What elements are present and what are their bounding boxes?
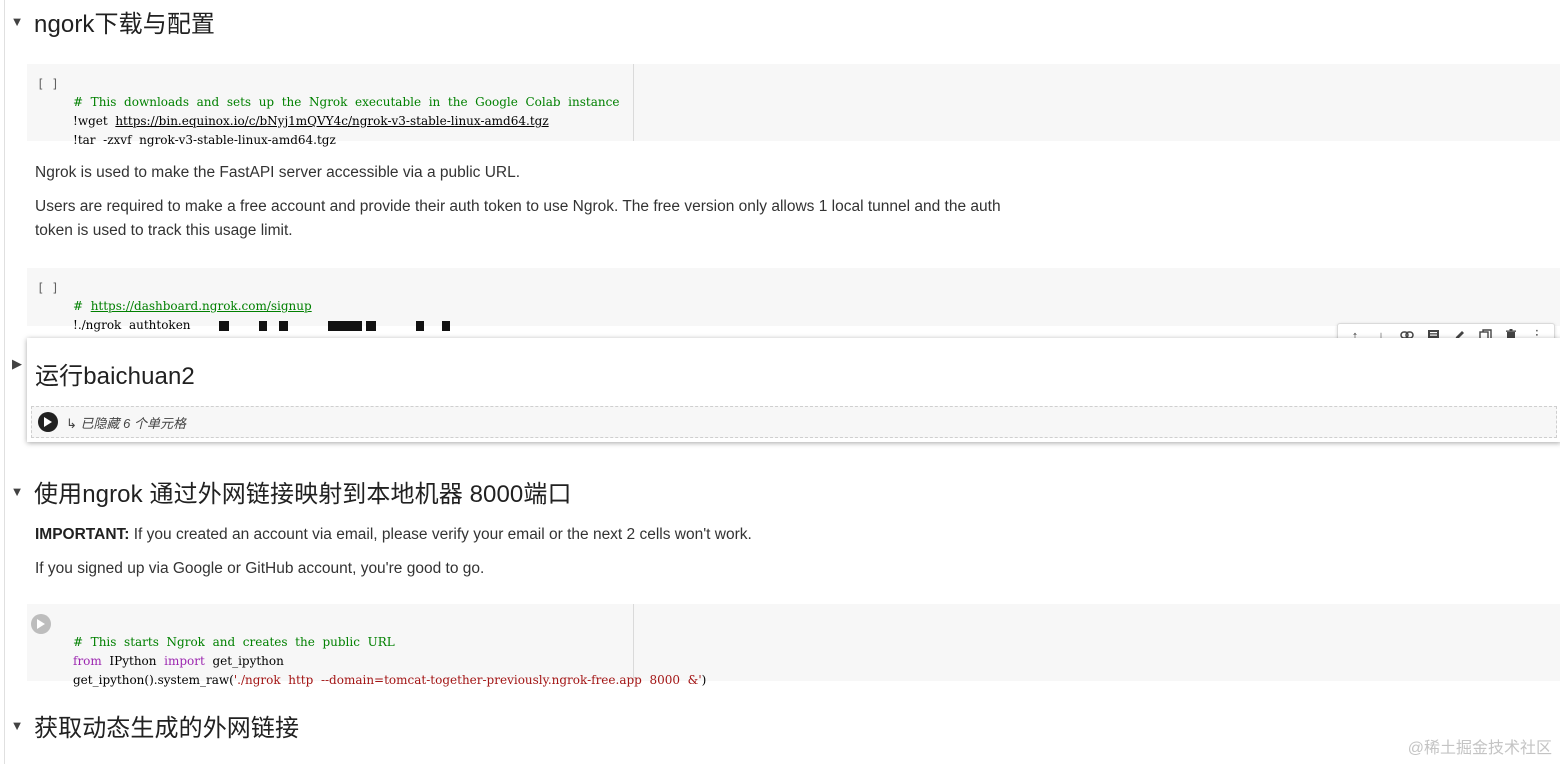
- paragraph: token is used to track this usage limit.: [35, 222, 293, 239]
- paragraph: IMPORTANT: If you created an account via…: [35, 526, 752, 543]
- code-tar: !tar -zxvf ngrok-v3-stable-linux-amd64.t…: [73, 133, 336, 147]
- code-cell-download[interactable]: [ ] # This downloads and sets up the Ngr…: [27, 64, 1560, 147]
- hidden-cells-bar[interactable]: ↳ 已隐藏 6 个单元格: [31, 406, 1557, 438]
- code-comment: #: [73, 299, 91, 313]
- section-header-get-link[interactable]: ▼ 获取动态生成的外网链接: [0, 708, 299, 743]
- code-comment: # This starts Ngrok and creates the publ…: [73, 635, 395, 649]
- selected-cell-baichuan2[interactable]: 运行baichuan2 ↳ 已隐藏 6 个单元格: [27, 338, 1560, 442]
- section-title: 运行baichuan2: [35, 363, 195, 390]
- run-bracket[interactable]: [ ]: [37, 77, 59, 91]
- code-comment: # This downloads and sets up the Ngrok e…: [73, 95, 620, 109]
- caret-down-icon[interactable]: ▼: [0, 14, 34, 29]
- section-title: 获取动态生成的外网链接: [34, 715, 300, 742]
- editor-ruler: [633, 64, 634, 141]
- hidden-cells-count[interactable]: ↳ 已隐藏 6 个单元格: [66, 413, 186, 432]
- important-label: IMPORTANT:: [35, 526, 130, 543]
- code-cell-authtoken[interactable]: [ ] # https://dashboard.ngrok.com/signup…: [27, 268, 1560, 332]
- code-string: './ngrok http --domain=tomcat-together-p…: [233, 673, 702, 687]
- section-title: 使用ngrok 通过外网链接映射到本地机器 8000端口: [34, 481, 572, 508]
- code-editor[interactable]: # This starts Ngrok and creates the publ…: [73, 614, 706, 690]
- return-icon: ↳: [66, 415, 81, 431]
- paragraph: If you signed up via Google or GitHub ac…: [35, 560, 485, 577]
- notebook-left-rule: [4, 0, 5, 764]
- code-keyword-import: import: [164, 654, 205, 668]
- paragraph: Ngrok is used to make the FastAPI server…: [35, 164, 521, 181]
- run-section-button[interactable]: [38, 412, 58, 432]
- code-editor[interactable]: # This downloads and sets up the Ngrok e…: [73, 74, 619, 150]
- redacted-token: [213, 318, 451, 332]
- code-call: get_ipython().system_raw(: [73, 673, 234, 687]
- run-bracket[interactable]: [ ]: [37, 281, 59, 295]
- code-keyword-from: from: [73, 654, 102, 668]
- section-header-ngrok-port[interactable]: ▼ 使用ngrok 通过外网链接映射到本地机器 8000端口: [0, 474, 572, 509]
- code-link-signup[interactable]: https://dashboard.ngrok.com/signup: [91, 299, 312, 313]
- paragraph: Users are required to make a free accoun…: [35, 198, 1001, 215]
- code-wget: !wget: [73, 114, 116, 128]
- caret-down-icon[interactable]: ▼: [0, 718, 34, 733]
- code-cell-start-ngrok[interactable]: # This starts Ngrok and creates the publ…: [27, 604, 1560, 687]
- text-cell-important[interactable]: IMPORTANT: If you created an account via…: [35, 523, 752, 581]
- code-editor[interactable]: # https://dashboard.ngrok.com/signup !./…: [73, 278, 451, 335]
- section-header-ngrok-setup[interactable]: ▼ ngork下载与配置: [0, 4, 215, 39]
- run-cell-button[interactable]: [31, 614, 51, 634]
- watermark: @稀土掘金技术社区: [1407, 740, 1552, 757]
- code-authtoken: !./ngrok authtoken: [73, 318, 191, 332]
- section-title: ngork下载与配置: [34, 11, 216, 38]
- text-cell-ngrok-intro[interactable]: Ngrok is used to make the FastAPI server…: [35, 161, 1001, 243]
- code-link-ngrok-download[interactable]: https://bin.equinox.io/c/bNyj1mQVY4c/ngr…: [115, 114, 548, 128]
- caret-down-icon[interactable]: ▼: [0, 484, 34, 499]
